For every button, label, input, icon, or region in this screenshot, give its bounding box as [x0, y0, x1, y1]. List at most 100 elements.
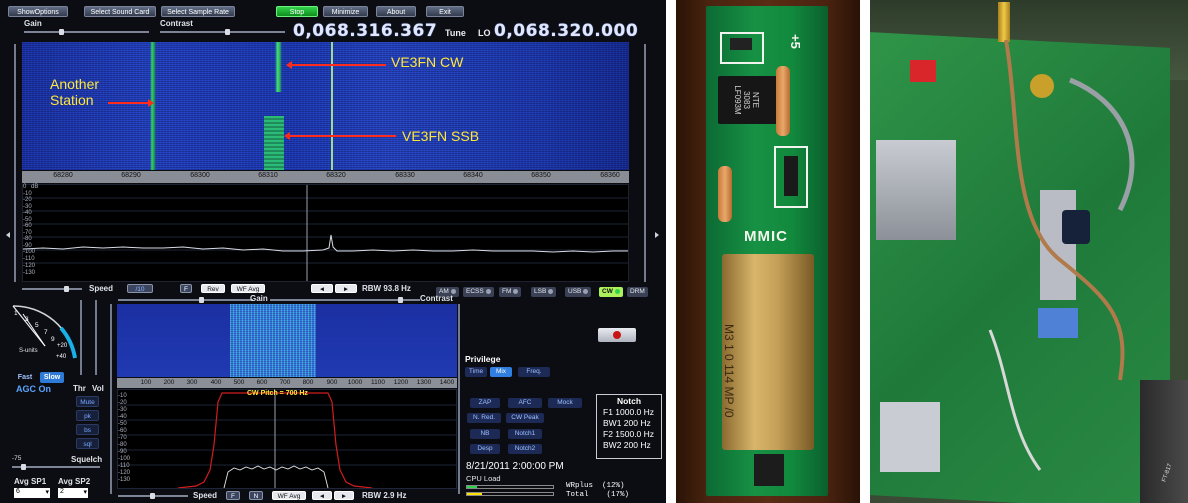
- avg-sp1-label: Avg SP1: [14, 477, 47, 486]
- y-unit: dB: [31, 184, 39, 190]
- sub-gain-slider[interactable]: [118, 297, 253, 303]
- agc-status: AGC On: [16, 384, 51, 394]
- meter-scale-1: 1: [14, 310, 18, 317]
- privilege-time-button[interactable]: Time: [465, 367, 487, 377]
- pk-button[interactable]: pk: [76, 410, 99, 421]
- mode-drm[interactable]: DRM: [627, 287, 648, 297]
- bottom-n-button[interactable]: N: [249, 491, 263, 500]
- mode-usb[interactable]: USB: [565, 287, 592, 297]
- y2-tick: -40: [118, 414, 127, 420]
- mode-cw[interactable]: CW: [599, 287, 623, 297]
- axis-tick-label: 68310: [258, 172, 278, 179]
- cw-peak-button[interactable]: CW Peak: [506, 413, 544, 423]
- select-sound-card-button[interactable]: Select Sound Card: [84, 6, 156, 17]
- sdr-app-window: ShowOptions Select Sound Card Select Sam…: [0, 0, 666, 503]
- notch-f1: F1 1000.0 Hz: [603, 407, 655, 417]
- thr-slider[interactable]: [80, 300, 82, 375]
- right-vertical-rail[interactable]: [644, 44, 646, 282]
- axis2-tick: 100: [140, 379, 152, 386]
- audio-signal-band: [230, 304, 316, 377]
- desp-button[interactable]: Desp: [470, 444, 500, 454]
- rev-button[interactable]: Rev: [201, 284, 225, 293]
- flex-cable: [880, 402, 940, 472]
- y2-tick: -130: [118, 477, 131, 483]
- record-button[interactable]: [598, 328, 636, 342]
- lo-frequency-display[interactable]: 0,068.320.000: [494, 21, 638, 41]
- axis2-tick: 200: [163, 379, 175, 386]
- sub-contrast-slider[interactable]: [270, 297, 420, 303]
- audio-waterfall[interactable]: [117, 304, 457, 377]
- privilege-mix-button[interactable]: Mix: [490, 367, 512, 377]
- y2-tick: -20: [118, 400, 127, 406]
- privilege-freq-button[interactable]: Freq.: [518, 367, 550, 377]
- bottom-wf-avg-button[interactable]: WF Avg: [272, 491, 306, 500]
- sub-contrast-label: Contrast: [420, 294, 453, 303]
- gain-label: Gain: [24, 19, 42, 28]
- noise-reduction-button[interactable]: N. Red.: [467, 413, 501, 423]
- jumper-pins: [784, 156, 798, 196]
- zap-button[interactable]: ZAP: [470, 398, 500, 408]
- vol-slider[interactable]: [95, 300, 97, 375]
- sub-left-rail[interactable]: [110, 304, 112, 494]
- left-scroll-handle[interactable]: [6, 232, 10, 238]
- notch-f2: F2 1500.0 Hz: [603, 429, 655, 439]
- datetime-display: 8/21/2011 2:00:00 PM: [466, 461, 564, 472]
- tune-frequency-display[interactable]: 0,068.316.367: [293, 21, 437, 41]
- axis2-tick: 1000: [347, 379, 363, 386]
- f-button[interactable]: F: [180, 284, 192, 293]
- thr-label: Thr: [73, 384, 86, 393]
- stop-button[interactable]: Stop: [276, 6, 318, 17]
- exit-button[interactable]: Exit: [426, 6, 464, 17]
- contrast-slider[interactable]: [160, 29, 285, 35]
- main-waterfall[interactable]: [22, 42, 629, 170]
- avg-sp1-select[interactable]: 6 ▾: [14, 488, 50, 498]
- chip-text-line: 3083: [742, 91, 751, 109]
- afc-button[interactable]: AFC: [508, 398, 542, 408]
- y-tick: -130: [23, 270, 36, 276]
- wf-avg-button[interactable]: WF Avg: [231, 284, 265, 293]
- sql-button[interactable]: sql: [76, 438, 99, 449]
- left-vertical-rail[interactable]: [14, 44, 16, 282]
- agc-fast-button[interactable]: Fast: [14, 372, 36, 383]
- speed-slider[interactable]: [22, 286, 82, 292]
- mode-ecss[interactable]: ECSS: [463, 287, 494, 297]
- y2-tick: -90: [118, 449, 127, 455]
- gain-slider[interactable]: [24, 29, 149, 35]
- plus5-label: +5: [787, 34, 803, 49]
- squelch-slider[interactable]: [12, 464, 100, 470]
- sub-right-rail[interactable]: [458, 304, 460, 494]
- step-left-button[interactable]: ◄: [311, 284, 333, 293]
- waterfall-frequency-axis: 68280 68290 68300 68310 68320 68330 6834…: [22, 171, 629, 183]
- notch-bw2: BW2 200 Hz: [603, 440, 651, 450]
- mute-button[interactable]: Mute: [76, 396, 99, 407]
- privilege-label: Privilege: [465, 354, 501, 364]
- chassis-edge: [1140, 380, 1188, 503]
- bottom-step-right[interactable]: ►: [334, 491, 354, 500]
- y2-tick: -60: [118, 428, 127, 434]
- step-right-button[interactable]: ►: [335, 284, 357, 293]
- right-scroll-handle[interactable]: [655, 232, 659, 238]
- mode-lsb[interactable]: LSB: [531, 287, 557, 297]
- meter-scale-7: 7: [44, 329, 48, 336]
- bs-button[interactable]: bs: [76, 424, 99, 435]
- avg-sp2-select[interactable]: 2 ▾: [58, 488, 88, 498]
- audio-spectrum-plot[interactable]: [117, 389, 457, 489]
- bottom-f-button[interactable]: F: [226, 491, 240, 500]
- main-spectrum-plot[interactable]: [22, 184, 629, 282]
- minimize-button[interactable]: Minimize: [323, 6, 368, 17]
- ve3fn-cw-annotation: VE3FN CW: [391, 54, 464, 70]
- select-sample-rate-button[interactable]: Select Sample Rate: [161, 6, 235, 17]
- mode-fm[interactable]: FM: [499, 287, 522, 297]
- bottom-step-left[interactable]: ◄: [312, 491, 332, 500]
- mock-button[interactable]: Mock: [548, 398, 582, 408]
- nb-button[interactable]: NB: [470, 429, 500, 439]
- notch2-button[interactable]: Notch2: [508, 444, 542, 454]
- speed-value[interactable]: /10: [127, 284, 153, 293]
- show-options-button[interactable]: ShowOptions: [8, 6, 68, 17]
- agc-slow-button[interactable]: Slow: [40, 372, 64, 383]
- bottom-speed-slider[interactable]: [118, 493, 188, 499]
- about-button[interactable]: About: [376, 6, 416, 17]
- notch1-button[interactable]: Notch1: [508, 429, 542, 439]
- bottom-speed-label: Speed: [193, 491, 218, 500]
- axis2-tick: 1300: [416, 379, 432, 386]
